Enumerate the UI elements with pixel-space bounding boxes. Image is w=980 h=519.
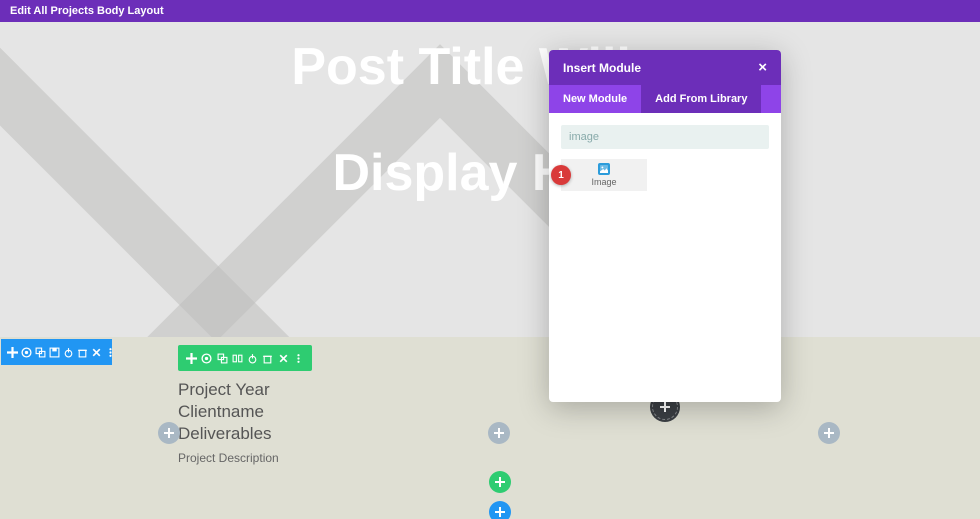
hero-section: Post Title Will ... Display Here bbox=[0, 22, 980, 337]
tab-new-module[interactable]: New Module bbox=[549, 85, 641, 113]
gear-icon[interactable] bbox=[21, 346, 32, 359]
row-toolbar bbox=[178, 345, 312, 371]
text-module[interactable]: Project Year Clientname Deliverables Pro… bbox=[178, 379, 279, 465]
gear-icon[interactable] bbox=[201, 352, 213, 365]
power-icon[interactable] bbox=[63, 346, 74, 359]
power-icon[interactable] bbox=[247, 352, 259, 365]
add-row-button[interactable] bbox=[489, 471, 511, 493]
text-desc: Project Description bbox=[178, 451, 279, 465]
content-section: Project Year Clientname Deliverables Pro… bbox=[0, 337, 980, 519]
annotation-badge: 1 bbox=[551, 165, 571, 185]
top-bar-title: Edit All Projects Body Layout bbox=[10, 5, 164, 17]
add-module-button[interactable] bbox=[158, 422, 180, 444]
module-image[interactable]: 1 Image bbox=[561, 159, 647, 191]
image-icon bbox=[598, 163, 610, 175]
modal-body: 1 Image bbox=[549, 113, 781, 402]
text-line: Deliverables bbox=[178, 423, 279, 445]
add-module-button[interactable] bbox=[488, 422, 510, 444]
close-icon[interactable] bbox=[91, 346, 102, 359]
add-module-button[interactable] bbox=[818, 422, 840, 444]
more-icon[interactable] bbox=[292, 352, 304, 365]
add-icon[interactable] bbox=[7, 346, 18, 359]
add-icon[interactable] bbox=[186, 352, 198, 365]
module-label: Image bbox=[591, 177, 616, 187]
top-bar: Edit All Projects Body Layout bbox=[0, 0, 980, 22]
duplicate-icon[interactable] bbox=[216, 352, 228, 365]
modal-tabs: New Module Add From Library bbox=[549, 85, 781, 113]
more-icon[interactable] bbox=[105, 346, 116, 359]
hero-text: Post Title Will ... Display Here bbox=[0, 37, 980, 203]
columns-icon[interactable] bbox=[231, 352, 243, 365]
close-icon[interactable]: × bbox=[758, 60, 767, 75]
close-icon[interactable] bbox=[277, 352, 289, 365]
section-toolbar bbox=[1, 339, 112, 365]
post-title-placeholder-line2: Display Here bbox=[0, 143, 980, 203]
modal-header: Insert Module × bbox=[549, 50, 781, 85]
builder-stage: Post Title Will ... Display Here Pro bbox=[0, 22, 980, 519]
text-line: Project Year bbox=[178, 379, 279, 401]
add-section-button[interactable] bbox=[489, 501, 511, 519]
trash-icon[interactable] bbox=[77, 346, 88, 359]
trash-icon[interactable] bbox=[262, 352, 274, 365]
module-search-input[interactable] bbox=[561, 125, 769, 149]
tab-add-from-library[interactable]: Add From Library bbox=[641, 85, 761, 113]
save-icon[interactable] bbox=[49, 346, 60, 359]
duplicate-icon[interactable] bbox=[35, 346, 46, 359]
modal-title: Insert Module bbox=[563, 61, 641, 75]
insert-module-modal: Insert Module × New Module Add From Libr… bbox=[549, 50, 781, 402]
text-line: Clientname bbox=[178, 401, 279, 423]
post-title-placeholder: Post Title Will ... bbox=[0, 37, 980, 97]
